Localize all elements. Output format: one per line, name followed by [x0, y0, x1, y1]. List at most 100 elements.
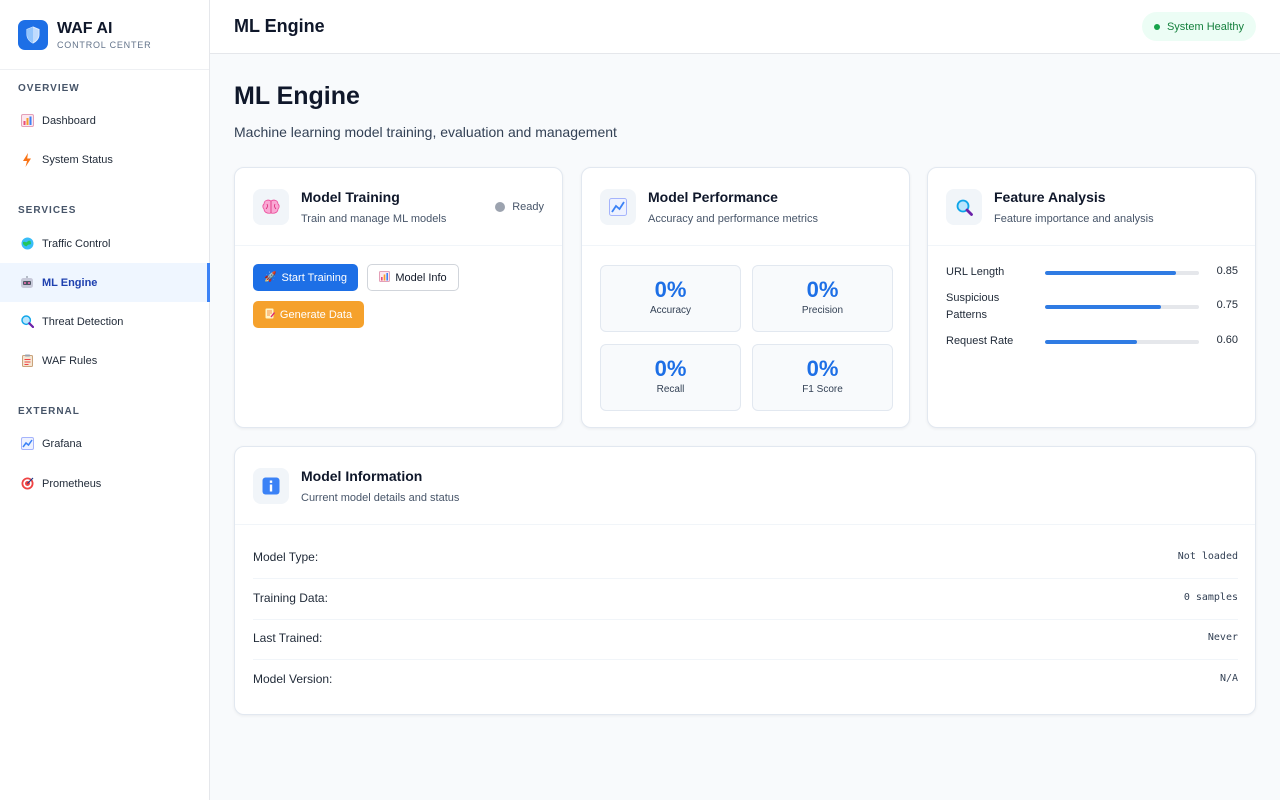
sidebar-item-label: Prometheus	[42, 477, 102, 490]
bar-chart-icon	[379, 270, 391, 285]
card-subtitle: Train and manage ML models	[301, 213, 447, 225]
feature-row-url-length: URL Length 0.85	[946, 264, 1238, 281]
card-title: Model Information	[301, 468, 423, 484]
f1-score-metric: 0% F1 Score	[752, 344, 893, 411]
card-header: Model Performance Accuracy and performan…	[582, 168, 909, 246]
card-subtitle: Accuracy and performance metrics	[648, 213, 818, 225]
start-training-button[interactable]: 🚀 Start Training	[253, 264, 358, 291]
sidebar-item-prometheus[interactable]: Prometheus	[0, 464, 210, 503]
feature-value: 0.75	[1216, 299, 1238, 311]
info-row-last-trained: Last Trained: Never	[253, 619, 1238, 660]
model-info-label: Model Info	[395, 271, 447, 284]
precision-metric: 0% Precision	[752, 265, 893, 332]
card-header: Model Training Train and manage ML model…	[235, 168, 562, 246]
card-title: Feature Analysis	[994, 189, 1106, 205]
sidebar-item-traffic-control[interactable]: Traffic Control	[0, 224, 210, 263]
model-training-card: Model Training Train and manage ML model…	[234, 167, 563, 428]
info-label: Model Version:	[253, 672, 333, 686]
feature-importance-bar	[1045, 305, 1199, 309]
rocket-icon: 🚀	[264, 272, 277, 283]
sidebar-item-label: Dashboard	[42, 114, 96, 127]
system-health-badge: System Healthy	[1141, 12, 1256, 41]
metric-label: Precision	[801, 305, 844, 316]
info-row-model-type: Model Type: Not loaded	[253, 538, 1238, 579]
card-subtitle: Current model details and status	[301, 492, 460, 504]
health-status-text: System Healthy	[1166, 20, 1244, 33]
sidebar-item-waf-rules[interactable]: WAF Rules	[0, 341, 210, 380]
magnifier-icon	[20, 315, 34, 329]
info-value: 0 samples	[1183, 592, 1238, 603]
feature-row-suspicious-patterns: Suspicious Patterns 0.75	[946, 290, 1238, 324]
globe-icon	[20, 237, 34, 251]
target-icon	[20, 477, 34, 491]
nav-section-external: EXTERNAL	[18, 406, 80, 417]
info-value: Never	[1207, 632, 1238, 643]
card-title: Model Training	[301, 189, 400, 205]
page-title: ML Engine	[234, 82, 360, 110]
feature-name: Request Rate	[946, 335, 1014, 347]
feature-name: URL Length	[946, 266, 1005, 278]
generate-data-button[interactable]: Generate Data	[253, 301, 364, 328]
feature-importance-fill	[1045, 271, 1176, 275]
sidebar-item-label: Threat Detection	[42, 315, 124, 328]
brain-icon	[253, 189, 289, 225]
metric-value: 0%	[654, 277, 687, 302]
feature-importance-fill	[1045, 340, 1138, 344]
metric-value: 0%	[806, 356, 839, 381]
sidebar-item-label: Grafana	[42, 437, 82, 450]
robot-icon	[20, 276, 34, 290]
metric-label: Accuracy	[649, 305, 692, 316]
sidebar-item-grafana[interactable]: Grafana	[0, 424, 210, 463]
start-training-label: Start Training	[281, 271, 347, 284]
metric-label: F1 Score	[802, 384, 843, 395]
sidebar-item-system-status[interactable]: System Status	[0, 140, 210, 179]
info-label: Model Type:	[253, 550, 319, 564]
training-status: Ready	[495, 201, 544, 213]
nav-section-services: SERVICES	[18, 205, 77, 216]
info-row-model-version: Model Version: N/A	[253, 660, 1238, 701]
shield-logo-icon	[18, 19, 48, 50]
sidebar-item-dashboard[interactable]: Dashboard	[0, 101, 210, 140]
nav-section-overview: OVERVIEW	[18, 83, 80, 94]
sidebar-item-threat-detection[interactable]: Threat Detection	[0, 302, 210, 341]
metric-value: 0%	[806, 277, 839, 302]
card-subtitle: Feature importance and analysis	[994, 213, 1154, 225]
status-dot	[495, 202, 506, 212]
sidebar-item-label: ML Engine	[42, 276, 98, 289]
info-label: Training Data:	[253, 591, 328, 605]
clipboard-icon	[20, 354, 34, 368]
feature-row-request-rate: Request Rate 0.60	[946, 333, 1238, 350]
info-label: Last Trained:	[253, 631, 323, 645]
info-value: N/A	[1219, 673, 1238, 684]
feature-value: 0.85	[1216, 265, 1238, 277]
page-subtitle: Machine learning model training, evaluat…	[234, 124, 617, 140]
card-title: Model Performance	[648, 189, 778, 205]
model-info-button[interactable]: Model Info	[367, 264, 459, 291]
magnifier-icon	[946, 189, 982, 225]
bar-chart-icon	[20, 114, 34, 128]
health-status-dot	[1153, 23, 1160, 30]
metric-value: 0%	[654, 356, 687, 381]
generate-data-label: Generate Data	[279, 308, 353, 321]
header-title: ML Engine	[234, 16, 325, 36]
feature-analysis-card: Feature Analysis Feature importance and …	[927, 167, 1256, 428]
info-row-training-data: Training Data: 0 samples	[253, 579, 1238, 620]
top-bar: ML Engine System Healthy	[210, 0, 1280, 54]
sidebar-item-label: Traffic Control	[42, 237, 111, 250]
model-information-card: Model Information Current model details …	[234, 446, 1256, 715]
sidebar-item-label: WAF Rules	[42, 354, 98, 367]
lightning-icon	[20, 152, 34, 167]
sidebar-item-ml-engine[interactable]: ML Engine	[0, 263, 210, 302]
sidebar-item-label: System Status	[42, 153, 113, 166]
model-performance-card: Model Performance Accuracy and performan…	[581, 167, 910, 428]
card-header: Model Information Current model details …	[235, 447, 1255, 525]
memo-icon	[265, 308, 275, 322]
line-chart-icon	[600, 189, 636, 225]
line-chart-icon	[20, 437, 34, 451]
info-icon	[253, 468, 289, 504]
feature-importance-bar	[1045, 340, 1199, 344]
recall-metric: 0% Recall	[600, 344, 741, 411]
metric-label: Recall	[656, 384, 685, 395]
card-header: Feature Analysis Feature importance and …	[928, 168, 1255, 246]
brand-title: WAF AI	[57, 19, 113, 37]
